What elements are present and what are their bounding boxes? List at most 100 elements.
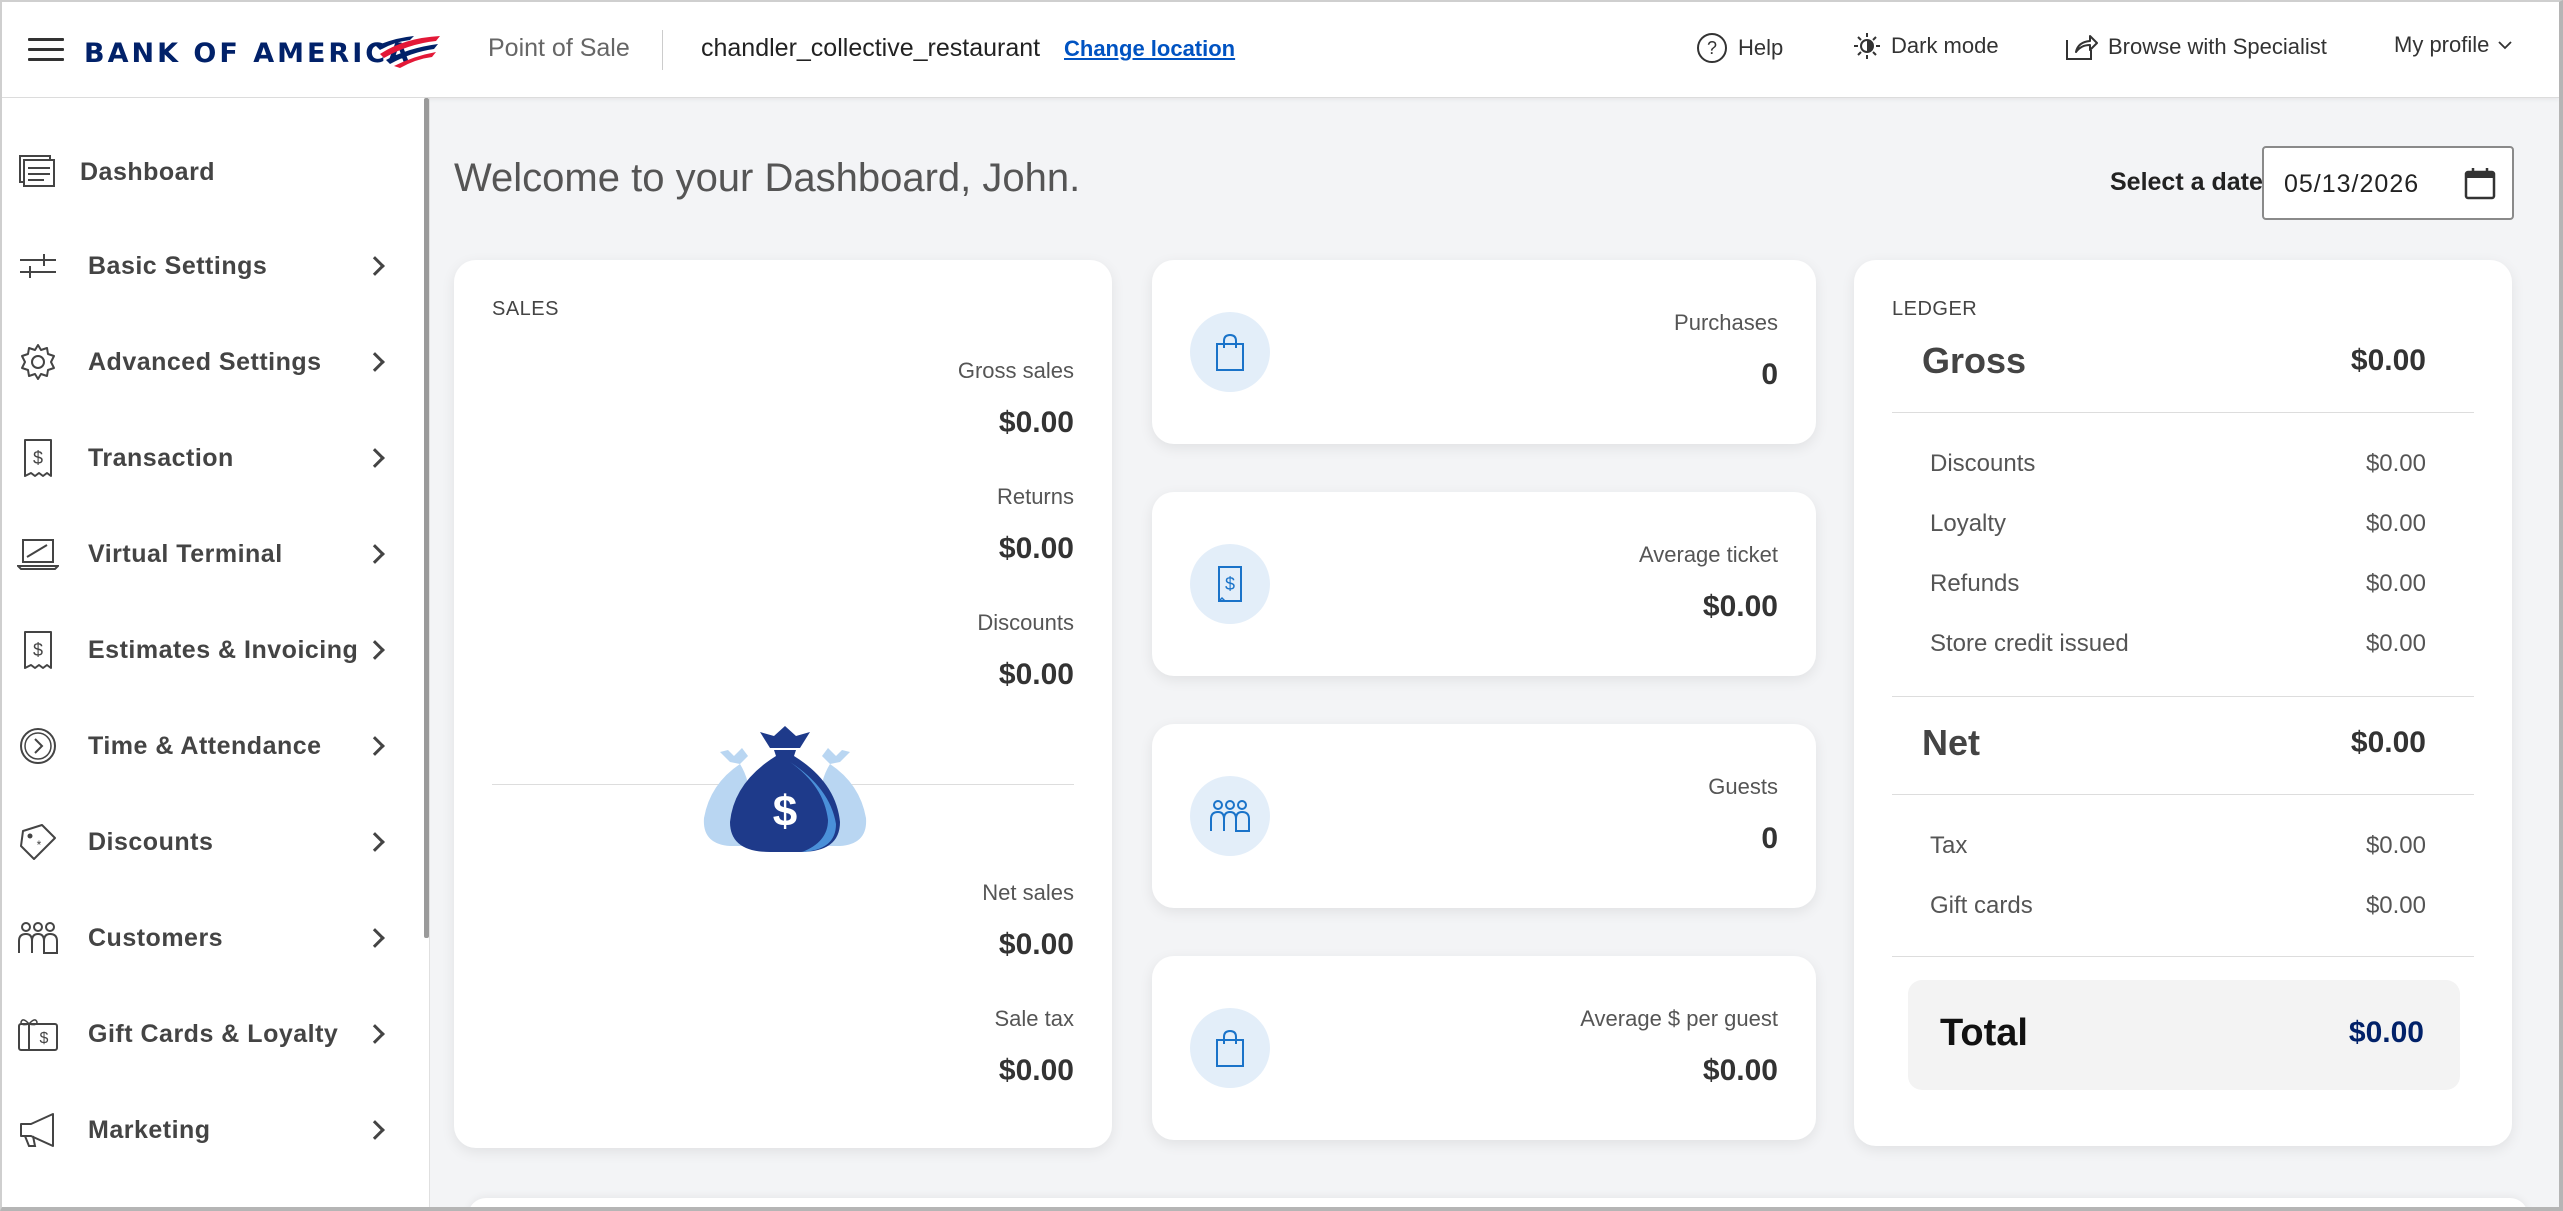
sidebar-item-time-attendance[interactable]: Time & Attendance	[2, 716, 402, 776]
average-ticket-card: $ Average ticket $0.00	[1152, 492, 1816, 676]
my-profile-label: My profile	[2394, 32, 2490, 57]
app-window: BANK OF AMERICA Point of Sale chandler_c…	[0, 0, 2563, 1211]
sun-icon	[1854, 33, 1880, 59]
date-input[interactable]	[2284, 170, 2454, 199]
calendar-icon[interactable]	[2462, 166, 2498, 202]
sale-tax-value: $0.00	[998, 1054, 1074, 1087]
sidebar-item-label: Gift Cards & Loyalty	[88, 1019, 339, 1048]
sidebar-item-label: Dashboard	[80, 157, 216, 186]
chevron-right-icon	[365, 544, 385, 564]
ledger-gross-label: Gross	[1922, 340, 2027, 381]
invoice-icon: $	[16, 628, 60, 672]
ledger-store-credit-value: $0.00	[2365, 630, 2426, 657]
people-icon	[16, 916, 60, 960]
dark-mode-label: Dark mode	[1891, 33, 1999, 58]
top-bar: BANK OF AMERICA Point of Sale chandler_c…	[2, 2, 2559, 98]
ledger-gross-value: $0.00	[2350, 344, 2426, 377]
money-bags-icon: $	[703, 726, 867, 852]
sidebar-item-label: Estimates & Invoicing	[88, 635, 359, 664]
chevron-right-icon	[365, 1120, 385, 1140]
shopping-bag-icon	[1190, 312, 1270, 392]
discounts-value: $0.00	[998, 658, 1074, 691]
flag-logo-icon	[376, 36, 440, 68]
chevron-right-icon	[365, 352, 385, 372]
average-ticket-label: Average ticket	[1638, 542, 1778, 567]
browse-with-specialist-button[interactable]: Browse with Specialist	[2064, 32, 2327, 62]
net-sales-label: Net sales	[982, 880, 1074, 905]
ledger-divider	[1892, 956, 2474, 957]
sidebar-item-label: Virtual Terminal	[88, 539, 283, 568]
chevron-down-icon	[2498, 41, 2512, 50]
ledger-total-box: Total $0.00	[1908, 980, 2460, 1090]
help-label: Help	[1738, 35, 1784, 60]
ledger-refunds-label: Refunds	[1930, 570, 2020, 597]
sales-card: SALES Gross sales $0.00 Returns $0.00 Di…	[454, 260, 1112, 1148]
sidebar-item-basic-settings[interactable]: Basic Settings	[2, 236, 402, 296]
average-per-guest-value: $0.00	[1702, 1054, 1778, 1087]
dollar-doc-icon: $	[16, 436, 60, 480]
brand-logo-text: BANK OF AMERICA	[84, 38, 412, 69]
date-label: Select a date	[2110, 168, 2263, 196]
page-title: Welcome to your Dashboard, John.	[454, 156, 1081, 200]
average-per-guest-label: Average $ per guest	[1580, 1006, 1778, 1031]
chevron-right-icon	[365, 640, 385, 660]
chevron-right-icon	[365, 736, 385, 756]
help-icon: ?	[1697, 33, 1727, 63]
clock-icon	[16, 724, 60, 768]
gross-sales-label: Gross sales	[957, 358, 1074, 383]
sales-title: SALES	[492, 298, 559, 320]
sidebar-item-gift-cards-loyalty[interactable]: $ Gift Cards & Loyalty	[2, 1004, 402, 1064]
svg-text:$: $	[1225, 574, 1235, 594]
sidebar-item-advanced-settings[interactable]: Advanced Settings	[2, 332, 402, 392]
ledger-total-label: Total	[1940, 1012, 2028, 1054]
sidebar-item-dashboard[interactable]: Dashboard	[2, 142, 402, 202]
ledger-store-credit-label: Store credit issued	[1930, 630, 2129, 657]
next-section-card	[468, 1198, 2528, 1207]
ledger-tax-value: $0.00	[2365, 832, 2426, 859]
dark-mode-toggle[interactable]: Dark mode	[1853, 32, 1999, 60]
purchases-label: Purchases	[1674, 310, 1778, 335]
sidebar-item-estimates-invoicing[interactable]: $ Estimates & Invoicing	[2, 620, 402, 680]
chevron-right-icon	[365, 256, 385, 276]
svg-text:?: ?	[1707, 38, 1717, 58]
sidebar-item-label: Time & Attendance	[88, 731, 322, 760]
sidebar-item-virtual-terminal[interactable]: Virtual Terminal	[2, 524, 402, 584]
sidebar-item-transaction[interactable]: $ Transaction	[2, 428, 402, 488]
gift-card-icon: $	[16, 1012, 60, 1056]
ledger-tax-label: Tax	[1930, 832, 1968, 859]
gross-sales-value: $0.00	[998, 406, 1074, 439]
hamburger-menu-icon[interactable]	[28, 38, 64, 64]
date-picker[interactable]	[2262, 146, 2514, 220]
chevron-right-icon	[365, 832, 385, 852]
ledger-discounts-value: $0.00	[2365, 450, 2426, 477]
ledger-divider	[1892, 794, 2474, 795]
location-name: chandler_collective_restaurant	[701, 34, 1041, 62]
sidebar-item-marketing[interactable]: Marketing	[2, 1100, 402, 1160]
sidebar-item-label: Customers	[88, 923, 224, 952]
laptop-icon	[16, 532, 60, 576]
change-location-link[interactable]: Change location	[1064, 36, 1235, 62]
purchases-value: 0	[1761, 358, 1778, 391]
ledger-loyalty-value: $0.00	[2365, 510, 2426, 537]
my-profile-menu[interactable]: My profile	[2394, 32, 2513, 58]
ledger-net-label: Net	[1922, 722, 1981, 763]
ledger-divider	[1892, 696, 2474, 697]
ledger-loyalty-label: Loyalty	[1930, 510, 2007, 537]
sidebar-item-label: Basic Settings	[88, 251, 268, 280]
guests-value: 0	[1761, 822, 1778, 855]
sidebar-item-discounts[interactable]: * Discounts	[2, 812, 402, 872]
megaphone-icon	[16, 1108, 60, 1152]
sidebar-item-label: Transaction	[88, 443, 234, 472]
ledger-discounts-label: Discounts	[1930, 450, 2036, 477]
tag-icon: *	[16, 820, 60, 864]
sidebar-item-customers[interactable]: Customers	[2, 908, 402, 968]
dashboard-icon	[16, 150, 60, 194]
purchases-card: Purchases 0	[1152, 260, 1816, 444]
ledger-gift-cards-value: $0.00	[2365, 892, 2426, 919]
svg-text:$: $	[40, 1030, 49, 1047]
sliders-icon	[16, 244, 60, 288]
ledger-refunds-value: $0.00	[2365, 570, 2426, 597]
help-button[interactable]: ? Help	[1696, 32, 1783, 64]
ledger-card: LEDGER Gross $0.00 Discounts $0.00 Loyal…	[1854, 260, 2512, 1146]
sidebar-scrollbar[interactable]	[424, 98, 429, 938]
